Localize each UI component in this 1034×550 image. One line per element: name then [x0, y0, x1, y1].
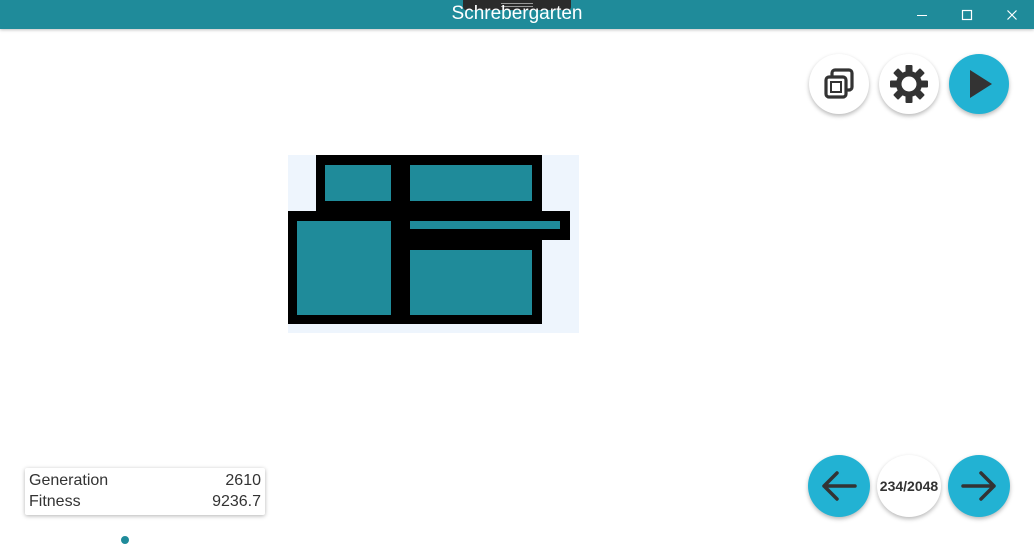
- fitness-value: 9236.7: [212, 493, 261, 510]
- fitness-row: Fitness 9236.7: [29, 493, 261, 513]
- generation-value: 2610: [225, 472, 261, 489]
- minimize-icon: [917, 14, 927, 16]
- play-button[interactable]: [949, 54, 1009, 114]
- gear-icon: [890, 65, 928, 103]
- arrow-left-icon: [822, 471, 857, 501]
- stats-panel: Generation 2610 Fitness 9236.7: [25, 468, 265, 515]
- next-button[interactable]: [948, 455, 1010, 517]
- plot-bed: [297, 221, 391, 315]
- plot-canvas: [288, 155, 579, 333]
- generation-label: Generation: [29, 472, 109, 489]
- plot-bed: [325, 165, 391, 201]
- fitness-label: Fitness: [29, 493, 81, 510]
- copy-icon: [824, 68, 854, 99]
- page-counter: 234/2048: [877, 455, 941, 517]
- arrow-right-icon: [961, 471, 996, 501]
- copy-button[interactable]: [809, 54, 869, 114]
- settings-button[interactable]: [879, 54, 939, 114]
- close-icon: [1007, 9, 1017, 20]
- maximize-icon: [961, 9, 973, 20]
- indicator-dot: [121, 536, 129, 544]
- maximize-button[interactable]: [944, 0, 990, 29]
- generation-row: Generation 2610: [29, 472, 261, 492]
- plot-bed: [410, 165, 532, 201]
- play-icon: [970, 70, 992, 98]
- minimize-button[interactable]: [899, 0, 945, 29]
- plot-bed: [410, 221, 560, 229]
- previous-button[interactable]: [808, 455, 870, 517]
- close-button[interactable]: [989, 0, 1034, 29]
- plot-bed: [410, 250, 532, 315]
- garden-layout: [288, 155, 570, 324]
- title-bar[interactable]: Schrebergarten: [0, 0, 1034, 29]
- window-title: Schrebergarten: [451, 3, 583, 24]
